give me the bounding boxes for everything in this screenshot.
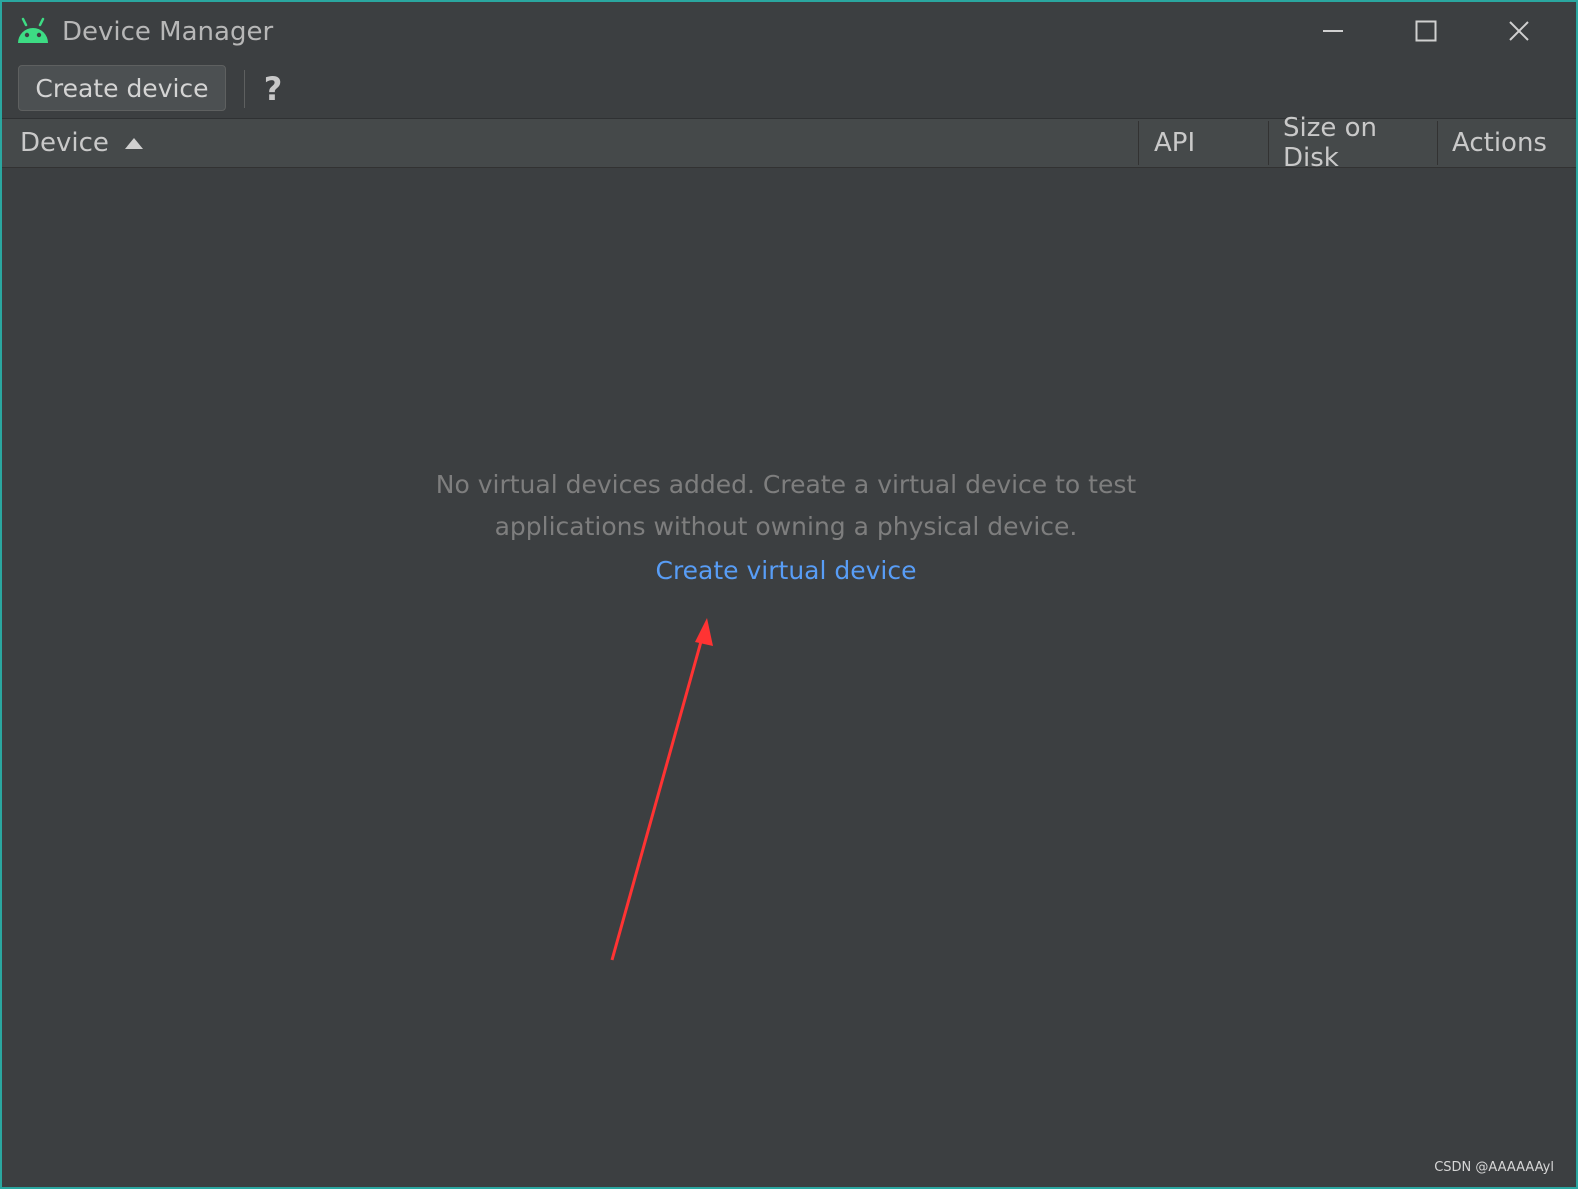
column-header-device[interactable]: Device xyxy=(20,119,1138,167)
column-header-size-on-disk[interactable]: Size on Disk xyxy=(1283,113,1435,173)
empty-state-message: No virtual devices added. Create a virtu… xyxy=(386,464,1186,548)
maximize-button[interactable] xyxy=(1403,8,1449,54)
minimize-button[interactable] xyxy=(1310,8,1356,54)
annotation-arrow xyxy=(610,618,713,961)
empty-state-line-2: applications without owning a physical d… xyxy=(494,512,1078,541)
toolbar: Create device ? xyxy=(2,60,1576,118)
column-divider[interactable] xyxy=(1268,121,1269,165)
column-header-api-label: API xyxy=(1154,128,1196,158)
device-manager-window: Device Manager Create device ? Device AP… xyxy=(0,0,1578,1189)
close-icon xyxy=(1509,21,1529,41)
watermark: CSDN @AAAAAAyl xyxy=(1434,1160,1554,1175)
table-header: Device API Size on Disk Actions xyxy=(2,113,1576,173)
column-divider[interactable] xyxy=(1437,121,1438,165)
minimize-icon xyxy=(1323,30,1343,32)
column-header-size-label: Size on Disk xyxy=(1283,113,1378,173)
column-header-actions-label: Actions xyxy=(1452,128,1547,158)
title-bar[interactable]: Device Manager xyxy=(2,2,1576,60)
toolbar-divider xyxy=(244,70,245,108)
window-title: Device Manager xyxy=(62,17,274,47)
column-header-api[interactable]: API xyxy=(1154,119,1268,167)
sort-ascending-icon xyxy=(124,137,143,149)
help-button[interactable]: ? xyxy=(256,66,290,112)
android-icon xyxy=(18,17,48,43)
empty-state-line-1: No virtual devices added. Create a virtu… xyxy=(435,470,1137,499)
column-header-device-label: Device xyxy=(20,128,109,158)
column-divider[interactable] xyxy=(1138,121,1139,165)
maximize-icon xyxy=(1415,20,1437,42)
close-button[interactable] xyxy=(1496,8,1542,54)
create-virtual-device-link[interactable]: Create virtual device xyxy=(586,554,986,588)
column-header-actions[interactable]: Actions xyxy=(1452,119,1572,167)
create-device-button[interactable]: Create device xyxy=(18,65,226,111)
